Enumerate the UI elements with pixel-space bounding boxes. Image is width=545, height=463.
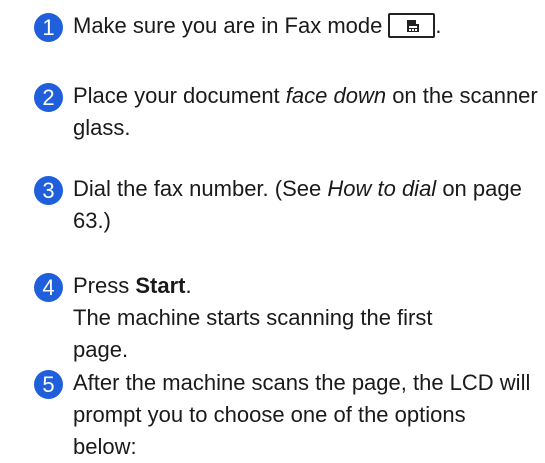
step-2-text-start: Place your document — [73, 83, 286, 108]
start-key-label: Start — [135, 273, 186, 298]
step-number-badge: 4 — [34, 273, 63, 302]
step-text: Place your document face down on the sca… — [73, 80, 543, 144]
step-text: Press Start. The machine starts scanning… — [73, 270, 543, 366]
how-to-dial-reference: How to dial — [327, 176, 437, 201]
step-number-badge: 2 — [34, 83, 63, 112]
step-1-text: Make sure you are in Fax mode — [73, 13, 383, 38]
step-text: Make sure you are in Fax mode. — [73, 10, 543, 42]
step-text: After the machine scans the page, the LC… — [73, 370, 531, 459]
fax-mode-key — [388, 13, 436, 38]
step-4-description: The machine starts scanning the first pa… — [73, 305, 433, 362]
step-number-badge: 5 — [34, 370, 63, 399]
step-3-text-start: Dial the fax number. (See — [73, 176, 328, 201]
step-number-badge: 3 — [34, 176, 63, 205]
step-4-line-1: Press Start. — [73, 270, 543, 302]
step-number-badge: 1 — [34, 13, 63, 42]
step-1-end: . — [435, 13, 442, 38]
step-4-text-start: Press — [73, 273, 136, 298]
fax-icon — [405, 20, 420, 32]
step-4-text-end: . — [185, 273, 192, 298]
step-text: Dial the fax number. (See How to dial on… — [73, 173, 543, 237]
step-2-emphasis: face down — [285, 83, 387, 108]
